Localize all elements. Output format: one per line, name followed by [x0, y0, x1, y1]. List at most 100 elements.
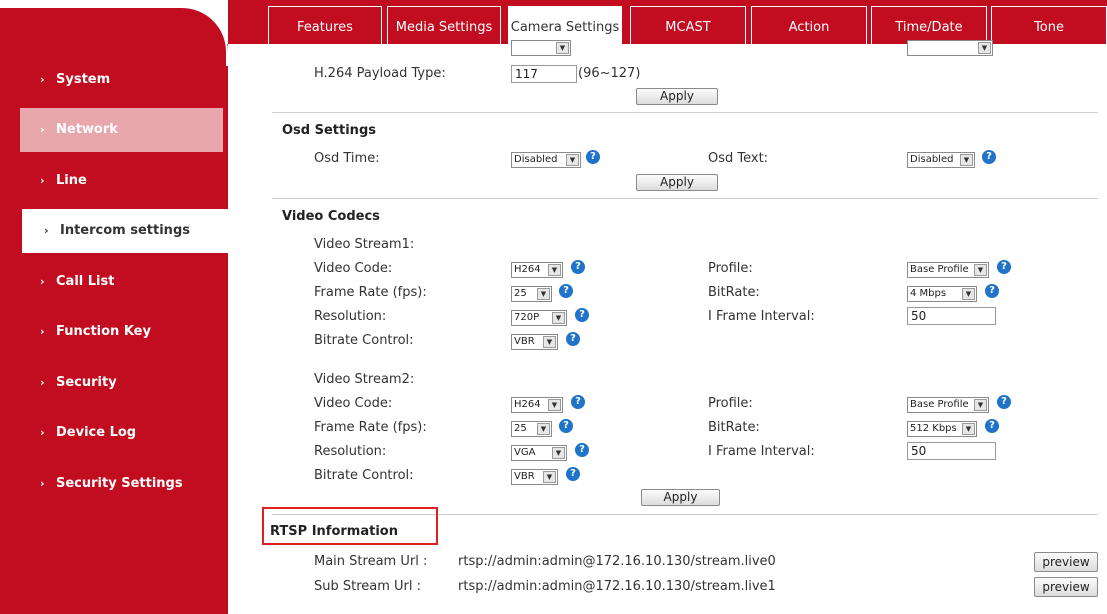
tab-media-settings[interactable]: Media Settings: [387, 6, 501, 44]
chevron-right-icon: ›: [40, 477, 45, 490]
stream1-profile-label: Profile:: [708, 261, 753, 276]
question-icon[interactable]: ?: [586, 150, 600, 164]
question-icon[interactable]: ?: [997, 260, 1011, 274]
select-value: Disabled: [910, 154, 954, 165]
sidebar-item-line[interactable]: › Line: [20, 159, 223, 203]
question-icon[interactable]: ?: [559, 284, 573, 298]
chevron-right-icon: ›: [40, 426, 45, 439]
tab-camera-settings[interactable]: Camera Settings: [506, 4, 624, 44]
stream1-fps-select[interactable]: 25 ▼: [511, 286, 552, 302]
sidebar-top-curve: [0, 6, 228, 66]
stream2-profile-label: Profile:: [708, 396, 753, 411]
video-apply-button[interactable]: Apply: [641, 489, 720, 506]
select-value: H264: [514, 264, 541, 275]
sidebar-item-label: Security: [56, 375, 117, 390]
select-value: VGA: [514, 447, 536, 458]
stream2-bitrate-control-select[interactable]: VBR ▼: [511, 469, 558, 485]
sidebar: › System › Network › Line › Intercom setting…: [0, 0, 228, 614]
payload-type-input[interactable]: 117: [511, 65, 577, 83]
question-icon[interactable]: ?: [566, 332, 580, 346]
clipped-select[interactable]: ▼: [511, 40, 571, 56]
payload-apply-button[interactable]: Apply: [636, 88, 718, 105]
select-value: Base Profile: [910, 264, 969, 275]
payload-type-label: H.264 Payload Type:: [314, 66, 446, 81]
stream1-iframe-input[interactable]: 50: [907, 307, 996, 325]
tab-label: Features: [297, 20, 353, 35]
stream1-video-code-label: Video Code:: [314, 261, 393, 276]
chevron-down-icon: ▼: [566, 154, 579, 166]
stream1-bitrate-control-select[interactable]: VBR ▼: [511, 334, 558, 350]
question-icon[interactable]: ?: [997, 395, 1011, 409]
sidebar-item-label: Device Log: [56, 425, 137, 440]
osd-time-label: Osd Time:: [314, 151, 380, 166]
tab-label: Time/Date: [895, 20, 963, 35]
question-icon[interactable]: ?: [575, 308, 589, 322]
stream2-bitrate-control-label: Bitrate Control:: [314, 468, 414, 483]
stream1-profile-select[interactable]: Base Profile ▼: [907, 262, 989, 278]
tab-label: Tone: [1034, 20, 1064, 35]
sidebar-item-system[interactable]: › System: [20, 58, 223, 102]
sidebar-item-function-key[interactable]: › Function Key: [20, 310, 223, 354]
tab-label: Media Settings: [395, 20, 493, 35]
osd-text-select[interactable]: Disabled ▼: [907, 152, 975, 168]
question-icon[interactable]: ?: [982, 150, 996, 164]
tab-label: Action: [788, 20, 830, 35]
chevron-right-icon: ›: [40, 275, 45, 288]
sidebar-item-device-log[interactable]: › Device Log: [20, 411, 223, 455]
osd-apply-button[interactable]: Apply: [636, 174, 718, 191]
clipped-select[interactable]: ▼: [907, 40, 993, 56]
question-icon[interactable]: ?: [566, 467, 580, 481]
sidebar-item-security[interactable]: › Security: [20, 361, 223, 405]
osd-time-select[interactable]: Disabled ▼: [511, 152, 581, 168]
stream1-video-code-select[interactable]: H264 ▼: [511, 262, 563, 278]
select-value: 25: [514, 423, 527, 434]
stream1-resolution-label: Resolution:: [314, 309, 387, 324]
chevron-down-icon: ▼: [978, 42, 991, 54]
stream1-fps-label: Frame Rate (fps):: [314, 285, 427, 300]
question-icon[interactable]: ?: [575, 443, 589, 457]
sidebar-item-call-list[interactable]: › Call List: [20, 260, 223, 304]
tab-action[interactable]: Action: [751, 6, 867, 44]
stream2-bitrate-select[interactable]: 512 Kbps ▼: [907, 421, 977, 437]
question-icon[interactable]: ?: [559, 419, 573, 433]
main-stream-preview-button[interactable]: preview: [1034, 552, 1098, 572]
sidebar-item-label: Intercom settings: [60, 223, 190, 238]
sidebar-item-label: System: [56, 72, 111, 87]
question-icon[interactable]: ?: [571, 395, 585, 409]
question-icon[interactable]: ?: [571, 260, 585, 274]
chevron-down-icon: ▼: [556, 42, 569, 54]
chevron-down-icon: ▼: [552, 312, 565, 324]
tab-mcast[interactable]: MCAST: [630, 6, 746, 44]
sidebar-item-security-settings[interactable]: › Security Settings: [20, 462, 223, 506]
sub-stream-preview-button[interactable]: preview: [1034, 577, 1098, 597]
stream1-resolution-select[interactable]: 720P ▼: [511, 310, 567, 326]
select-value: VBR: [514, 471, 535, 482]
rtsp-section-title: RTSP Information: [270, 524, 398, 539]
stream2-iframe-label: I Frame Interval:: [708, 444, 815, 459]
stream2-iframe-input[interactable]: 50: [907, 442, 996, 460]
tab-features[interactable]: Features: [268, 6, 382, 44]
question-icon[interactable]: ?: [985, 419, 999, 433]
chevron-down-icon: ▼: [974, 264, 987, 276]
question-icon[interactable]: ?: [985, 284, 999, 298]
chevron-down-icon: ▼: [537, 288, 550, 300]
tab-label: Camera Settings: [510, 20, 620, 35]
video-stream1-title: Video Stream1:: [314, 237, 415, 252]
sidebar-item-intercom-settings[interactable]: › Intercom settings: [22, 209, 228, 253]
sidebar-item-network[interactable]: › Network: [20, 108, 223, 152]
tab-tone[interactable]: Tone: [991, 6, 1107, 44]
stream2-video-code-select[interactable]: H264 ▼: [511, 397, 563, 413]
stream1-bitrate-select[interactable]: 4 Mbps ▼: [907, 286, 977, 302]
tab-time-date[interactable]: Time/Date: [871, 6, 987, 44]
main-stream-url-label: Main Stream Url :: [314, 554, 428, 569]
select-value: Base Profile: [910, 399, 969, 410]
stream2-resolution-select[interactable]: VGA ▼: [511, 445, 567, 461]
main-content: ▼ ▼ H.264 Payload Type: 117 (96~127) App…: [228, 40, 1107, 614]
sidebar-item-label: Line: [56, 173, 87, 188]
chevron-right-icon: ›: [40, 376, 45, 389]
select-value: Disabled: [514, 154, 558, 165]
stream2-profile-select[interactable]: Base Profile ▼: [907, 397, 989, 413]
video-stream2-title: Video Stream2:: [314, 372, 415, 387]
select-value: 25: [514, 288, 527, 299]
stream2-fps-select[interactable]: 25 ▼: [511, 421, 552, 437]
